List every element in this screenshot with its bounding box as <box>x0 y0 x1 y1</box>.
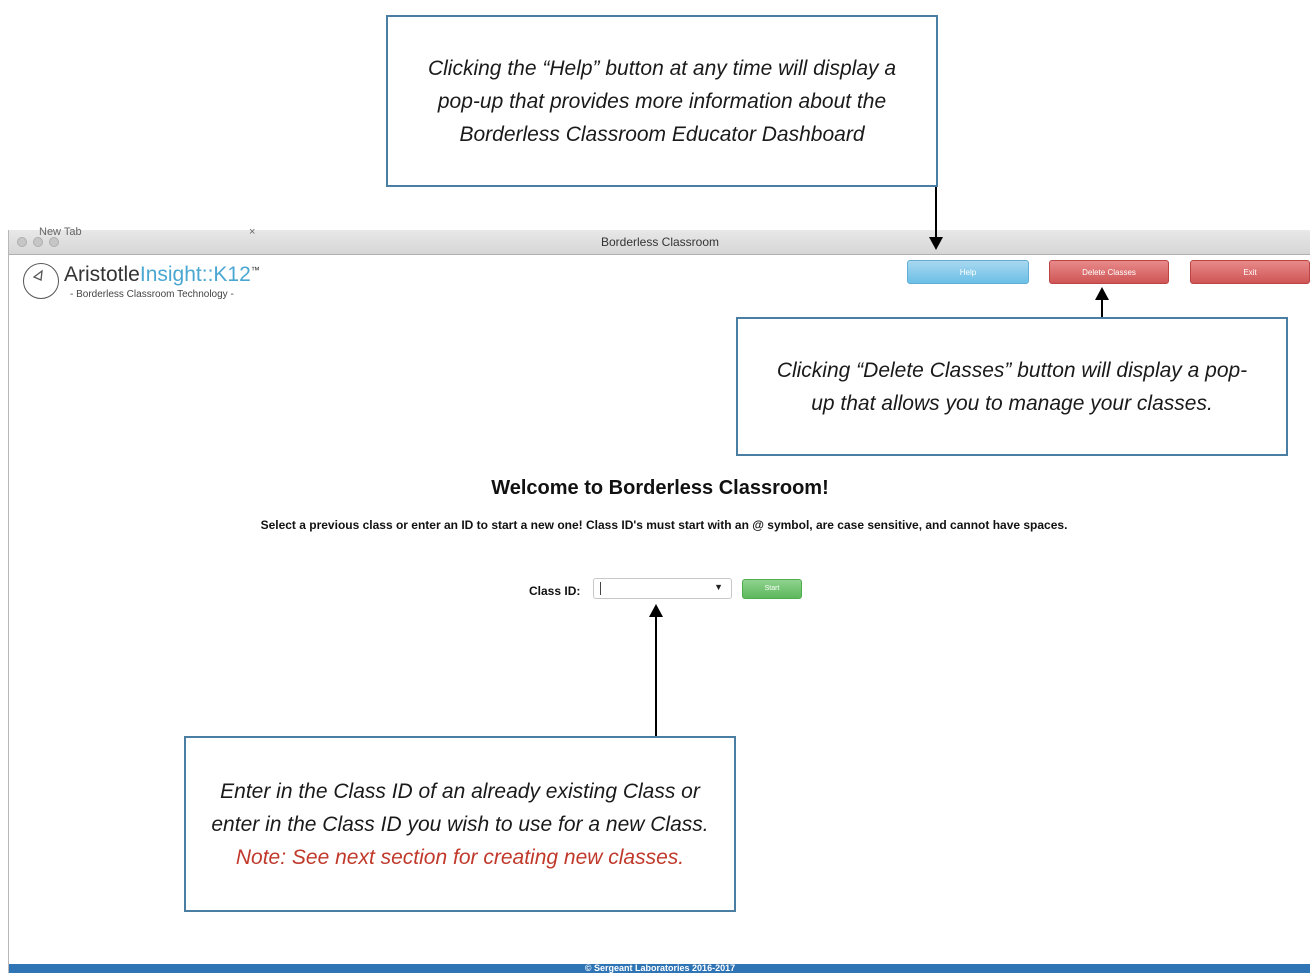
logo-icon <box>23 263 59 299</box>
help-callout-text: Clicking the “Help” button at any time w… <box>427 56 897 146</box>
classid-arrow-line <box>655 616 657 736</box>
logo-tagline: - Borderless Classroom Technology - <box>70 289 234 300</box>
delete-classes-button[interactable]: Delete Classes <box>1049 260 1169 284</box>
exit-button[interactable]: Exit <box>1190 260 1310 284</box>
logo-name-part1: Aristotle <box>64 263 140 286</box>
classid-callout-text: Enter in the Class ID of an already exis… <box>211 779 709 836</box>
title-bar: New Tab × Borderless Classroom <box>9 226 1310 255</box>
delete-arrow-line <box>1101 299 1103 317</box>
logo-triangle-icon <box>32 269 43 281</box>
text-caret <box>600 582 601 595</box>
footer-bar: © Sergeant Laboratories 2016-2017 <box>9 964 1310 973</box>
logo-name-part2: Insight::K12 <box>139 263 251 286</box>
delete-callout: Clicking “Delete Classes” button will di… <box>736 317 1288 456</box>
instructions-text: Select a previous class or enter an ID t… <box>260 518 1068 532</box>
classid-callout-note: Note: See next section for creating new … <box>235 845 685 869</box>
app-logo: AristotleInsight::K12™ - Borderless Clas… <box>23 261 323 311</box>
logo-trademark: ™ <box>250 265 260 275</box>
class-id-label: Class ID: <box>529 584 581 598</box>
window-title: Borderless Classroom <box>600 235 720 249</box>
logo-wordmark: AristotleInsight::K12™ <box>64 263 260 287</box>
help-arrow-head <box>929 237 943 250</box>
help-arrow-line <box>935 187 937 237</box>
class-id-combobox[interactable]: ▼ <box>593 578 732 599</box>
chevron-down-icon[interactable]: ▼ <box>714 582 723 592</box>
classid-callout-body: Enter in the Class ID of an already exis… <box>208 775 712 874</box>
start-button[interactable]: Start <box>742 579 802 599</box>
help-button[interactable]: Help <box>907 260 1029 284</box>
help-callout: Clicking the “Help” button at any time w… <box>386 15 938 187</box>
welcome-heading: Welcome to Borderless Classroom! <box>491 477 829 499</box>
footer-copyright: © Sergeant Laboratories 2016-2017 <box>584 964 736 973</box>
classid-callout: Enter in the Class ID of an already exis… <box>184 736 736 912</box>
delete-callout-text: Clicking “Delete Classes” button will di… <box>776 358 1248 415</box>
